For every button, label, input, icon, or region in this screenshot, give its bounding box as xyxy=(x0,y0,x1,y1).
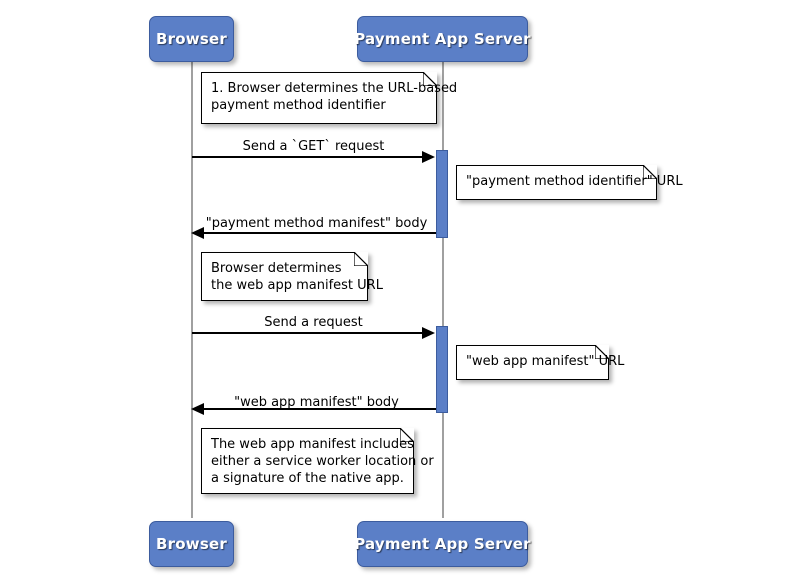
participant-server-bottom[interactable]: Payment App Server xyxy=(354,521,531,567)
note-web-app-manifest-includes-text: The web app manifest includes either a s… xyxy=(211,437,434,486)
activation-server-1 xyxy=(436,150,448,238)
participant-browser-top-label: Browser xyxy=(156,30,227,48)
note-payment-method-identifier-url-text: "payment method identifier" URL xyxy=(466,174,683,189)
note-browser-determines-manifest-url-text: Browser determines the web app manifest … xyxy=(211,261,383,293)
message-web-app-manifest-body-line xyxy=(203,408,436,410)
message-get-request-arrowhead xyxy=(422,151,435,163)
sequence-diagram-canvas: Browser Payment App Server 1. Browser de… xyxy=(0,0,800,587)
message-payment-method-manifest-body-arrowhead xyxy=(191,227,204,239)
participant-server-top-label: Payment App Server xyxy=(354,30,531,48)
message-send-request-label: Send a request xyxy=(264,315,363,330)
message-payment-method-manifest-body-line xyxy=(203,232,436,234)
participant-browser-top[interactable]: Browser xyxy=(149,16,234,62)
message-web-app-manifest-body-arrowhead xyxy=(191,403,204,415)
lifeline-browser xyxy=(191,62,193,518)
participant-browser-bottom[interactable]: Browser xyxy=(149,521,234,567)
participant-server-bottom-label: Payment App Server xyxy=(354,535,531,553)
participant-browser-bottom-label: Browser xyxy=(156,535,227,553)
activation-server-2 xyxy=(436,326,448,413)
note-web-app-manifest-includes: The web app manifest includes either a s… xyxy=(201,428,434,494)
note-web-app-manifest-url-text: "web app manifest" URL xyxy=(466,354,625,369)
note-browser-determines-identifier-text: 1. Browser determines the URL-based paym… xyxy=(211,81,458,113)
message-send-request-arrowhead xyxy=(422,327,435,339)
note-payment-method-identifier-url: "payment method identifier" URL xyxy=(456,165,683,200)
message-get-request-line xyxy=(192,156,424,158)
message-payment-method-manifest-body-label: "payment method manifest" body xyxy=(205,216,428,231)
lifeline-server xyxy=(442,62,444,518)
note-browser-determines-identifier: 1. Browser determines the URL-based paym… xyxy=(201,72,458,124)
note-browser-determines-manifest-url: Browser determines the web app manifest … xyxy=(201,252,383,301)
message-get-request-label: Send a `GET` request xyxy=(242,139,385,154)
participant-server-top[interactable]: Payment App Server xyxy=(354,16,531,62)
note-web-app-manifest-url: "web app manifest" URL xyxy=(456,345,625,380)
message-send-request-line xyxy=(192,332,424,334)
